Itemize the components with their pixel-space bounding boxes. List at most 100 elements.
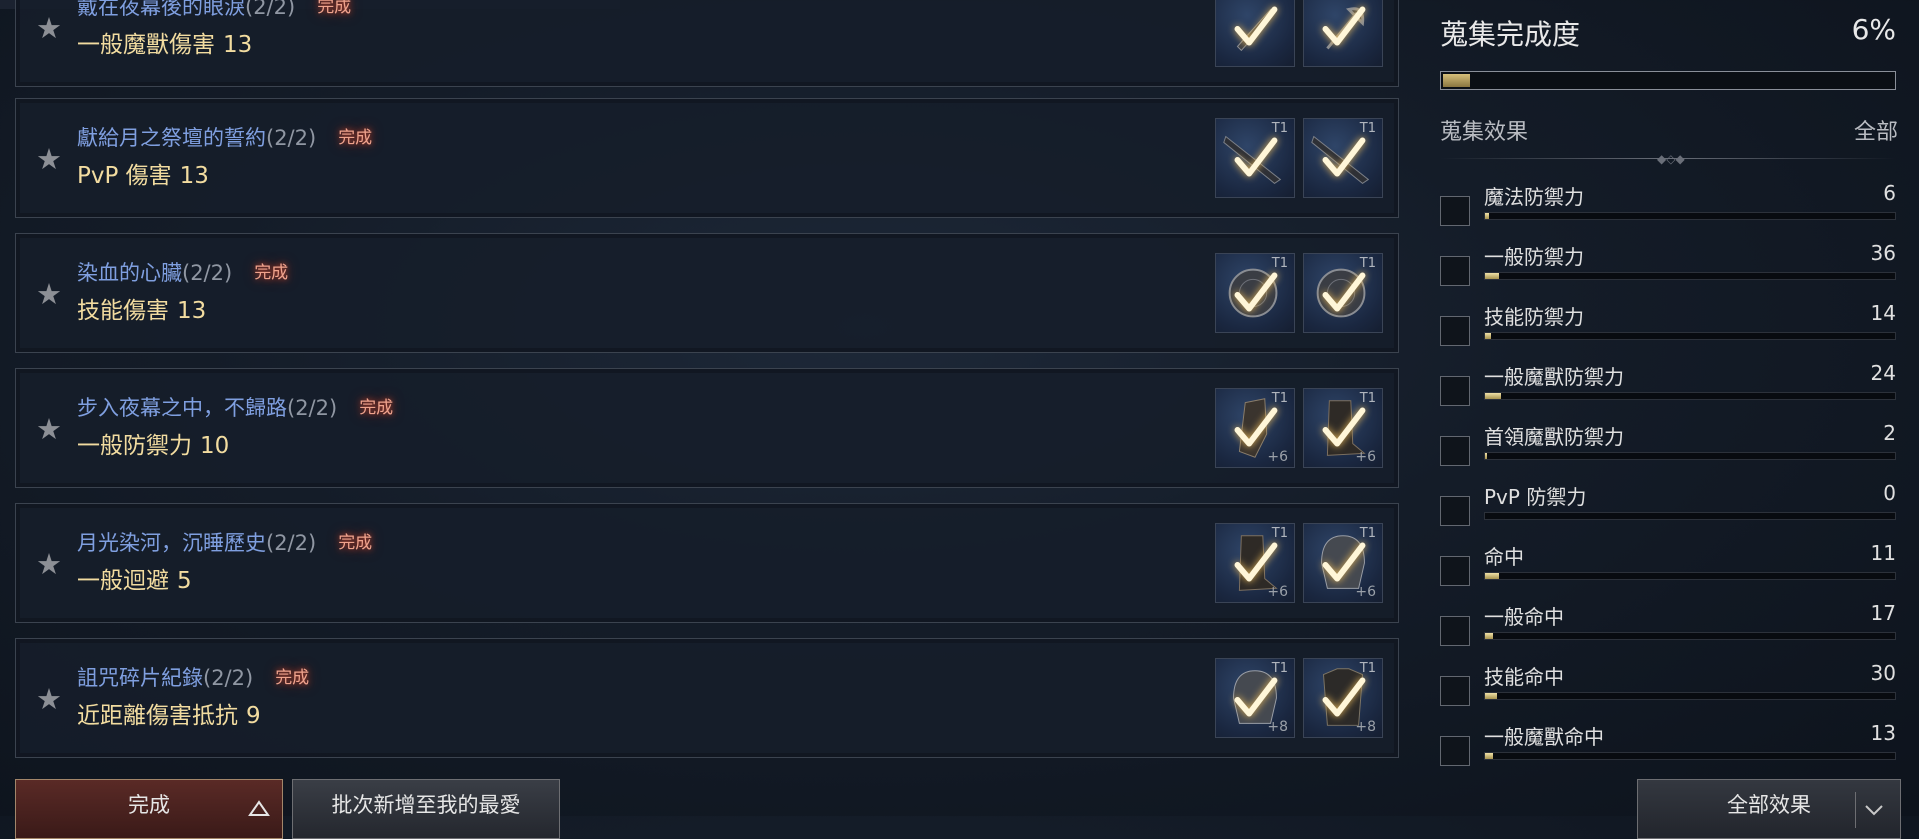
collection-count: (2/2) bbox=[266, 126, 317, 150]
stat-row[interactable]: PvP 防禦力 0 bbox=[1440, 481, 1896, 533]
item-slot[interactable] bbox=[1303, 0, 1383, 67]
collection-row[interactable]: ★ 戴在夜幕後的眼淚(2/2) 完成 一般魔獸傷害 13 bbox=[15, 0, 1399, 87]
status-badge: 完成 bbox=[359, 398, 394, 418]
stat-bar-fill bbox=[1485, 393, 1502, 399]
stat-row[interactable]: 技能防禦力 14 bbox=[1440, 301, 1896, 353]
collection-effect: 近距離傷害抵抗 9 bbox=[77, 701, 261, 731]
item-slot[interactable] bbox=[1215, 0, 1295, 67]
batch-add-favorites-button[interactable]: 批次新增至我的最愛 bbox=[292, 779, 560, 839]
stat-row[interactable]: 技能命中 30 bbox=[1440, 661, 1896, 713]
stat-bar-fill bbox=[1485, 453, 1488, 459]
effect-name: 一般迴避 bbox=[77, 568, 169, 594]
collection-row[interactable]: ★ 染血的心臟(2/2) 完成 技能傷害 13 T1 T1 bbox=[15, 233, 1399, 353]
item-slot[interactable]: T1 +8 bbox=[1303, 658, 1383, 738]
stat-label: 一般魔獸防禦力 bbox=[1484, 365, 1624, 389]
star-icon[interactable]: ★ bbox=[34, 684, 64, 714]
collection-name: 獻給月之祭壇的誓約 bbox=[77, 126, 266, 150]
collection-row[interactable]: ★ 步入夜幕之中，不歸路(2/2) 完成 一般防禦力 10 T1 +6 T1 +6 bbox=[15, 368, 1399, 488]
stat-value: 14 bbox=[1870, 301, 1896, 325]
stat-row[interactable]: 一般命中 17 bbox=[1440, 601, 1896, 653]
star-icon[interactable]: ★ bbox=[34, 414, 64, 444]
stat-checkbox[interactable] bbox=[1440, 496, 1470, 526]
stat-value: 0 bbox=[1883, 481, 1896, 505]
all-effects-label: 全部效果 bbox=[1727, 793, 1811, 817]
star-icon[interactable]: ★ bbox=[34, 13, 64, 43]
stat-row[interactable]: 一般防禦力 36 bbox=[1440, 241, 1896, 293]
progress-fill bbox=[1443, 74, 1470, 87]
stat-value: 11 bbox=[1870, 541, 1896, 565]
stat-bar bbox=[1484, 692, 1896, 700]
stat-row[interactable]: 一般魔獸命中 13 bbox=[1440, 721, 1896, 773]
star-icon[interactable]: ★ bbox=[34, 144, 64, 174]
status-badge: 完成 bbox=[275, 668, 310, 688]
stat-row[interactable]: 一般魔獸防禦力 24 bbox=[1440, 361, 1896, 413]
item-slot[interactable]: T1 bbox=[1215, 118, 1295, 198]
stat-bar-fill bbox=[1485, 633, 1494, 639]
status-badge: 完成 bbox=[338, 533, 373, 553]
stat-checkbox[interactable] bbox=[1440, 376, 1470, 406]
stat-row[interactable]: 命中 11 bbox=[1440, 541, 1896, 593]
stat-label: 魔法防禦力 bbox=[1484, 185, 1584, 209]
collection-row[interactable]: ★ 詛咒碎片紀錄(2/2) 完成 近距離傷害抵抗 9 T1 +8 T1 +8 bbox=[15, 638, 1399, 758]
enhance-label: +6 bbox=[1267, 449, 1288, 465]
item-slot[interactable]: T1 bbox=[1303, 118, 1383, 198]
star-icon[interactable]: ★ bbox=[34, 279, 64, 309]
enhance-label: +6 bbox=[1355, 584, 1376, 600]
stat-checkbox[interactable] bbox=[1440, 316, 1470, 346]
collection-effect: PvP 傷害 13 bbox=[77, 161, 209, 191]
stat-checkbox[interactable] bbox=[1440, 736, 1470, 766]
stat-label: PvP 防禦力 bbox=[1484, 485, 1587, 509]
stat-checkbox[interactable] bbox=[1440, 616, 1470, 646]
enhance-label: +8 bbox=[1267, 719, 1288, 735]
stat-bar bbox=[1484, 272, 1896, 280]
effect-name: 一般魔獸傷害 bbox=[77, 32, 215, 58]
axe-icon bbox=[1322, 6, 1366, 50]
stat-bar bbox=[1484, 632, 1896, 640]
stat-value: 6 bbox=[1883, 181, 1896, 205]
collection-title: 詛咒碎片紀錄(2/2) 完成 bbox=[77, 665, 309, 693]
effects-filter[interactable]: 全部 bbox=[1854, 114, 1898, 146]
item-slot[interactable]: T1 +8 bbox=[1215, 658, 1295, 738]
stat-bar-fill bbox=[1485, 213, 1490, 219]
item-slot[interactable]: T1 bbox=[1303, 253, 1383, 333]
stat-bar bbox=[1484, 332, 1896, 340]
collection-name: 詛咒碎片紀錄 bbox=[77, 666, 203, 690]
tier-label: T1 bbox=[1271, 121, 1288, 136]
batch-add-label: 批次新增至我的最愛 bbox=[331, 793, 521, 817]
stat-bar bbox=[1484, 392, 1896, 400]
all-effects-dropdown[interactable]: 全部效果 bbox=[1637, 779, 1901, 839]
item-slot[interactable]: T1 +6 bbox=[1303, 388, 1383, 468]
collection-name: 月光染河，沉睡歷史 bbox=[77, 531, 266, 555]
stat-checkbox[interactable] bbox=[1440, 436, 1470, 466]
stat-bar-fill bbox=[1485, 333, 1492, 339]
stat-row[interactable]: 魔法防禦力 6 bbox=[1440, 181, 1896, 233]
collection-row[interactable]: ★ 獻給月之祭壇的誓約(2/2) 完成 PvP 傷害 13 T1 T1 bbox=[15, 98, 1399, 218]
stat-label: 技能命中 bbox=[1484, 665, 1564, 689]
item-slot[interactable]: T1 bbox=[1215, 253, 1295, 333]
tier-label: T1 bbox=[1271, 256, 1288, 271]
stat-checkbox[interactable] bbox=[1440, 676, 1470, 706]
stat-checkbox[interactable] bbox=[1440, 196, 1470, 226]
divider-ornament: ◆◇◆ bbox=[1657, 152, 1685, 166]
item-slot[interactable]: T1 +6 bbox=[1303, 523, 1383, 603]
collection-count: (2/2) bbox=[245, 0, 296, 19]
stat-label: 一般魔獸命中 bbox=[1484, 725, 1604, 749]
stat-label: 技能防禦力 bbox=[1484, 305, 1584, 329]
star-icon[interactable]: ★ bbox=[34, 549, 64, 579]
tier-label: T1 bbox=[1271, 391, 1288, 406]
collection-row[interactable]: ★ 月光染河，沉睡歷史(2/2) 完成 一般迴避 5 T1 +6 T1 +6 bbox=[15, 503, 1399, 623]
stat-row[interactable]: 首領魔獸防禦力 2 bbox=[1440, 421, 1896, 473]
stat-bar-fill bbox=[1485, 573, 1500, 579]
collection-effect: 技能傷害 13 bbox=[77, 296, 206, 326]
effect-value: 5 bbox=[177, 568, 192, 594]
item-slot[interactable]: T1 +6 bbox=[1215, 388, 1295, 468]
stat-value: 17 bbox=[1870, 601, 1896, 625]
complete-button-label: 完成 bbox=[128, 793, 170, 817]
stat-checkbox[interactable] bbox=[1440, 556, 1470, 586]
stat-checkbox[interactable] bbox=[1440, 256, 1470, 286]
stat-value: 2 bbox=[1883, 421, 1896, 445]
item-slot[interactable]: T1 +6 bbox=[1215, 523, 1295, 603]
complete-button[interactable]: 完成 bbox=[15, 779, 283, 839]
collection-name: 戴在夜幕後的眼淚 bbox=[77, 0, 245, 19]
sword-icon bbox=[1234, 6, 1278, 52]
